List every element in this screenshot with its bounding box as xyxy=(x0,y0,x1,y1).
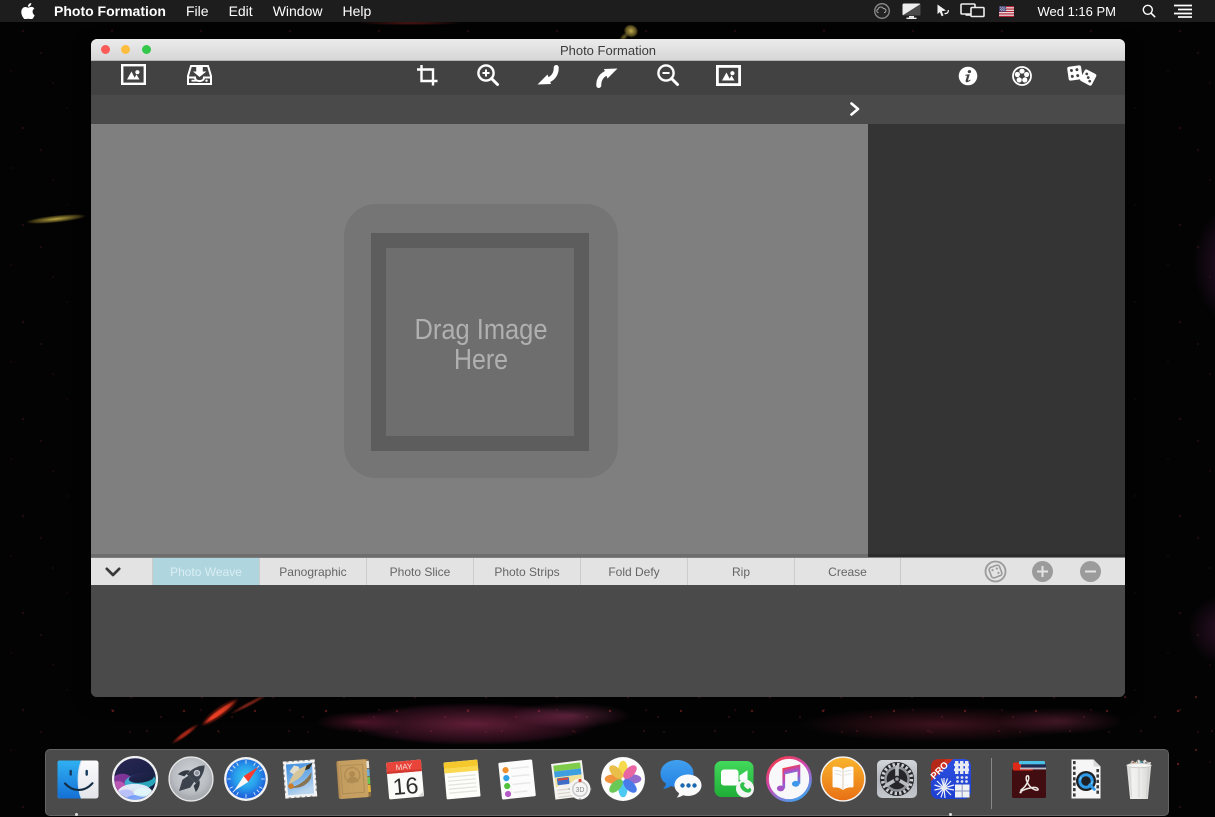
svg-text:MAY: MAY xyxy=(395,762,413,772)
svg-text:3D: 3D xyxy=(576,787,585,794)
svg-text:16: 16 xyxy=(392,772,420,800)
svg-text:Here: Here xyxy=(454,344,508,376)
svg-text:Drag Image: Drag Image xyxy=(415,314,548,346)
